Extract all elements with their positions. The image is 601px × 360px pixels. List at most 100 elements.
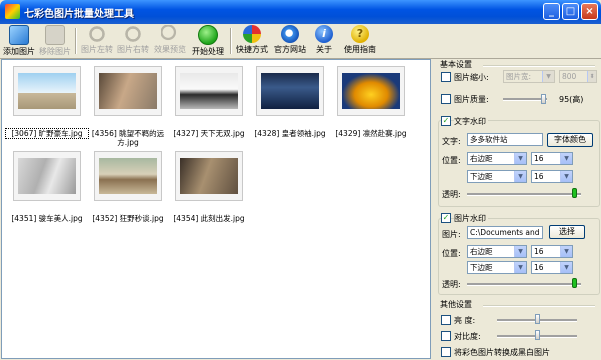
text-h-position-select[interactable]: 右边距 ▼ [467,152,527,165]
h-position-value: 右边距 [470,247,493,256]
watermark-text-input[interactable]: 多多软件站 [467,133,543,146]
image-watermark-title: 图片水印 [454,213,488,224]
image-opacity-slider-track[interactable] [467,283,581,286]
splitter[interactable] [432,59,436,359]
v-margin-value: 16 [534,172,544,181]
h-margin-value: 16 [534,154,544,163]
rotate-right-label: 图片右转 [117,45,149,54]
image-v-position-select[interactable]: 下边距 ▼ [467,261,527,274]
chevron-down-icon: ▼ [514,171,526,182]
image-caption[interactable]: [4327] 天下无双.jpg [168,129,250,138]
car-photo [99,158,157,194]
contrast-label: 对比度: [454,332,481,341]
image-caption[interactable]: [4356] 眺望不羁的远方.jpg [87,129,169,147]
image-caption[interactable]: [4328] 皇者领袖.jpg [249,129,331,138]
add-image-button[interactable]: 添加图片 [2,25,36,57]
quality-slider-thumb[interactable] [541,94,546,104]
remove-image-button[interactable]: 移除图片 [38,25,72,57]
shortcut-button[interactable]: 快捷方式 [234,25,270,57]
font-color-button[interactable]: 字体颜色 [547,133,593,147]
remove-image-label: 移除图片 [39,47,71,56]
position-label: 位置: [442,249,461,258]
preview-magnifier-icon [161,25,179,43]
image-caption[interactable]: [4352] 狂野秒谈.jpg [87,214,169,223]
watermark-image-path[interactable]: C:\Documents and S [467,226,543,239]
about-button[interactable]: i 关于 [310,25,338,57]
resize-checkbox[interactable] [441,72,451,82]
image-opacity-slider-thumb[interactable] [572,278,578,288]
play-icon [198,25,218,45]
minimize-button[interactable]: _ [543,3,560,20]
rotate-right-button[interactable]: 图片右转 [116,25,150,57]
start-process-label: 开始处理 [192,47,224,56]
start-process-button[interactable]: 开始处理 [190,25,226,57]
official-site-button[interactable]: 官方网站 [272,25,308,57]
image-caption[interactable]: [4354] 此刻出发.jpg [168,214,250,223]
image-h-margin-field[interactable]: 16 ▼ [531,245,573,258]
text-opacity-slider-track[interactable] [467,193,581,196]
image-thumbnail[interactable] [175,66,243,116]
resize-value-field[interactable]: 800 ⬍ [559,70,597,83]
image-watermark-checkbox[interactable]: ✓ [441,213,451,223]
position-label: 位置: [442,156,461,165]
text-v-position-select[interactable]: 下边距 ▼ [467,170,527,183]
choose-image-button[interactable]: 选择 [549,225,585,239]
rotate-right-icon [124,25,142,43]
quality-label: 图片质量: [454,95,489,104]
text-v-margin-field[interactable]: 16 ▼ [531,170,573,183]
title-bar[interactable]: 七彩色图片批量处理工具 _ □ × [0,0,601,24]
info-icon: i [315,25,333,43]
image-thumbnail[interactable] [13,151,81,201]
contrast-checkbox[interactable] [441,331,451,341]
brightness-slider-thumb[interactable] [535,314,540,324]
group-divider [483,65,595,67]
spinner-icon: ⬍ [587,71,596,82]
image-thumbnail[interactable] [256,66,324,116]
rotate-left-button[interactable]: 图片左转 [80,25,114,57]
car-photo [18,73,76,109]
quality-checkbox[interactable] [441,94,451,104]
user-guide-label: 使用指南 [344,45,376,54]
text-watermark-checkbox[interactable]: ✓ [441,116,451,126]
chevron-down-icon: ▼ [514,262,526,273]
image-thumbnail[interactable] [337,66,405,116]
maximize-button[interactable]: □ [562,3,579,20]
brightness-checkbox[interactable] [441,315,451,325]
group-divider [483,305,595,307]
image-thumbnail[interactable] [175,151,243,201]
image-thumbnail[interactable] [13,66,81,116]
chevron-down-icon: ▼ [560,246,572,257]
image-list-panel[interactable]: [3067] 旷野豪车.jpg [4356] 眺望不羁的远方.jpg [4327… [1,59,431,359]
shortcut-label: 快捷方式 [236,45,268,54]
preview-button[interactable]: 效果预览 [152,25,188,57]
ie-icon [281,25,299,43]
quality-value: 95(高) [559,95,584,104]
resize-label: 图片缩小: [454,73,489,82]
opacity-label: 透明: [442,280,461,289]
image-caption[interactable]: [4351] 骏车美人.jpg [6,214,88,223]
image-caption[interactable]: [3067] 旷野豪车.jpg [5,128,89,139]
watermark-text-value: 多多软件站 [470,135,508,144]
car-photo [180,158,238,194]
window-title: 七彩色图片批量处理工具 [24,9,134,20]
close-button[interactable]: × [581,3,598,20]
image-v-margin-field[interactable]: 16 ▼ [531,261,573,274]
add-image-icon [9,25,29,45]
car-photo [18,158,76,194]
text-h-margin-field[interactable]: 16 ▼ [531,152,573,165]
basic-settings-title: 基本设置 [440,60,472,69]
user-guide-button[interactable]: ? 使用指南 [342,25,378,57]
image-caption[interactable]: [4329] 凛然赴赛.jpg [330,129,412,138]
brightness-label: 亮 度: [454,316,476,325]
image-h-position-select[interactable]: 右边距 ▼ [467,245,527,258]
grayscale-checkbox[interactable] [441,347,451,357]
help-icon: ? [351,25,369,43]
contrast-slider-thumb[interactable] [535,330,540,340]
toolbar: 添加图片 移除图片 图片左转 图片右转 效果预览 开始处理 快捷方式 官方网站 … [0,24,601,59]
text-opacity-slider-thumb[interactable] [572,188,578,198]
image-thumbnail[interactable] [94,151,162,201]
image-thumbnail[interactable] [94,66,162,116]
resize-mode-select[interactable]: 图片宽: ▼ [503,70,555,83]
image-label: 图片: [442,230,461,239]
toolbar-separator [230,28,232,54]
